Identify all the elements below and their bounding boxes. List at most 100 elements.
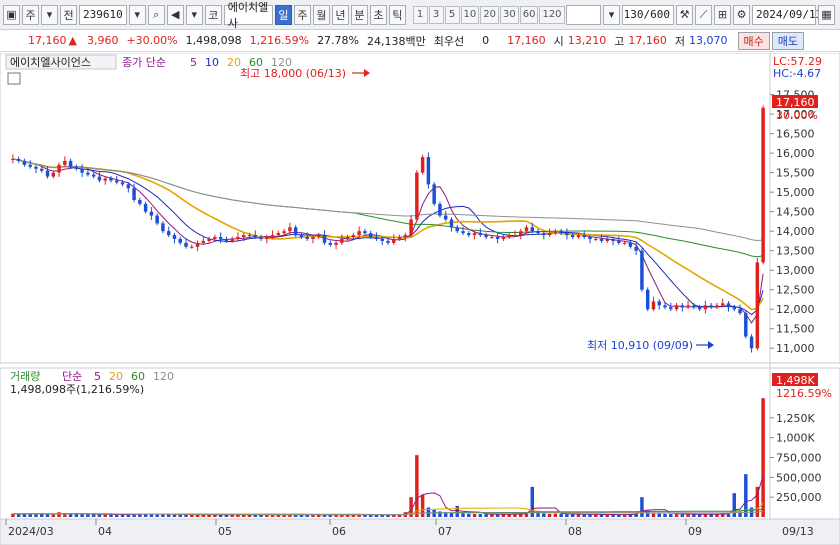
tab-3[interactable]: 년 bbox=[331, 4, 349, 25]
layout-icon[interactable]: ⊞ bbox=[714, 4, 731, 25]
candle bbox=[640, 248, 644, 292]
price-ma-period-10: 10 bbox=[205, 56, 219, 69]
volume-ma-period-60: 60 bbox=[131, 370, 145, 383]
candle-body bbox=[697, 307, 702, 310]
candle-body bbox=[553, 231, 558, 234]
calendar-icon[interactable]: ▦ bbox=[818, 4, 835, 25]
candle-body bbox=[126, 184, 131, 189]
tab-6[interactable]: 틱 bbox=[388, 4, 406, 25]
x-tick-label: 08 bbox=[568, 525, 582, 538]
candle-body bbox=[594, 238, 598, 240]
volume-bar bbox=[732, 493, 736, 517]
candle-body bbox=[34, 166, 38, 169]
date-field[interactable]: 2024/09/13 bbox=[752, 4, 822, 25]
volume-bar bbox=[449, 513, 454, 517]
volume-title: 거래량 bbox=[10, 370, 40, 383]
stock-name-field[interactable]: 에이치엘사 bbox=[223, 1, 273, 30]
volume-bar bbox=[490, 514, 494, 517]
candle-body bbox=[432, 184, 436, 204]
candle bbox=[645, 287, 650, 312]
interval-10[interactable]: 10 bbox=[460, 5, 480, 24]
interval-1[interactable]: 1 bbox=[412, 5, 428, 24]
candle-body bbox=[565, 233, 569, 236]
window-menu-icon[interactable]: ▣ bbox=[3, 4, 20, 25]
candle-body bbox=[703, 305, 708, 310]
interval-30[interactable]: 30 bbox=[499, 5, 519, 24]
candle-body bbox=[478, 233, 483, 236]
code-dropdown-icon[interactable]: ▾ bbox=[128, 4, 146, 25]
candle-body bbox=[611, 238, 615, 241]
indicator-icon[interactable]: ⟋ bbox=[695, 4, 712, 25]
speaker-dropdown-icon[interactable]: ▾ bbox=[185, 4, 203, 25]
candle-body bbox=[738, 309, 742, 314]
prefix-button[interactable]: 코 bbox=[204, 4, 222, 25]
candle-body bbox=[605, 238, 610, 241]
candle-body bbox=[461, 231, 465, 234]
interval-custom-input[interactable] bbox=[565, 4, 601, 25]
tab-4[interactable]: 분 bbox=[350, 4, 368, 25]
period-button[interactable]: 전 bbox=[60, 4, 77, 25]
stock-chart[interactable]: 17,50017,00016,50016,00015,50015,00014,5… bbox=[0, 53, 840, 545]
interval-20[interactable]: 20 bbox=[480, 5, 499, 24]
x-tick-label: 04 bbox=[98, 525, 112, 538]
tab-0[interactable]: 일 bbox=[274, 4, 292, 25]
search-icon[interactable]: ⌕ bbox=[147, 4, 165, 25]
interval-120[interactable]: 120 bbox=[539, 5, 565, 24]
interval-3[interactable]: 3 bbox=[428, 5, 444, 24]
candle-body bbox=[363, 231, 367, 234]
trade-amount: 24,138백만 bbox=[367, 34, 426, 48]
stock-name-value: 에이치엘사 bbox=[227, 0, 269, 30]
candle-body bbox=[305, 237, 309, 239]
candle bbox=[744, 310, 748, 339]
candle-body bbox=[213, 237, 217, 239]
candle-body bbox=[634, 246, 638, 251]
sell-button[interactable]: 매도 bbox=[771, 31, 804, 50]
gear-icon[interactable]: ⚙ bbox=[733, 4, 750, 25]
volume-current-tag-label: 1,498K bbox=[776, 374, 815, 387]
candle-body bbox=[230, 238, 234, 241]
market-dropdown-icon[interactable]: ▾ bbox=[41, 4, 58, 25]
volume-bar bbox=[542, 513, 546, 517]
candle-body bbox=[91, 174, 96, 177]
speaker-icon[interactable]: ◀ bbox=[166, 4, 184, 25]
date-value: 2024/09/13 bbox=[756, 8, 823, 21]
hc-label: HC:-4.67 bbox=[773, 67, 821, 80]
code-input[interactable]: 239610 bbox=[79, 4, 127, 25]
candle-body bbox=[449, 219, 454, 228]
price-tick-label: 11,000 bbox=[776, 342, 815, 355]
price-tick-label: 12,500 bbox=[776, 284, 815, 297]
volume-bar bbox=[86, 514, 90, 517]
candle-body bbox=[455, 227, 459, 232]
current-price: 17,160 bbox=[28, 34, 67, 47]
candle-body bbox=[582, 235, 586, 238]
price-change-pct: +30.00% bbox=[126, 34, 178, 47]
volume-bar bbox=[467, 513, 471, 517]
candle-body bbox=[588, 237, 592, 239]
chart-setting-icon[interactable]: ⚒ bbox=[676, 4, 693, 25]
market-select[interactable]: 주 bbox=[22, 4, 39, 25]
candle-body bbox=[622, 242, 627, 244]
volume-bar bbox=[547, 513, 552, 517]
volume-ma-label: 단순 bbox=[62, 370, 82, 383]
candle-body bbox=[80, 168, 84, 173]
buy-button[interactable]: 매수 bbox=[737, 31, 770, 50]
candle-body bbox=[628, 242, 633, 247]
candle-body bbox=[172, 235, 177, 239]
volume-pct-tag: 1216.59% bbox=[776, 387, 832, 400]
count-field[interactable]: 130/600 bbox=[622, 4, 674, 25]
interval-5[interactable]: 5 bbox=[444, 5, 460, 24]
volume-bar bbox=[415, 455, 419, 517]
candle-body bbox=[570, 235, 575, 238]
candle-body bbox=[16, 158, 21, 161]
candle-body bbox=[11, 158, 15, 160]
interval-dropdown-icon[interactable]: ▾ bbox=[603, 4, 620, 25]
tab-2[interactable]: 월 bbox=[312, 4, 330, 25]
tab-1[interactable]: 주 bbox=[293, 4, 311, 25]
tab-5[interactable]: 초 bbox=[369, 4, 387, 25]
interval-60[interactable]: 60 bbox=[519, 5, 539, 24]
x-tick-label: 09 bbox=[688, 525, 702, 538]
candle-body bbox=[155, 215, 159, 224]
candle-body bbox=[732, 307, 736, 310]
price-tick-label: 14,000 bbox=[776, 225, 815, 238]
low-label: 저 bbox=[674, 34, 685, 48]
